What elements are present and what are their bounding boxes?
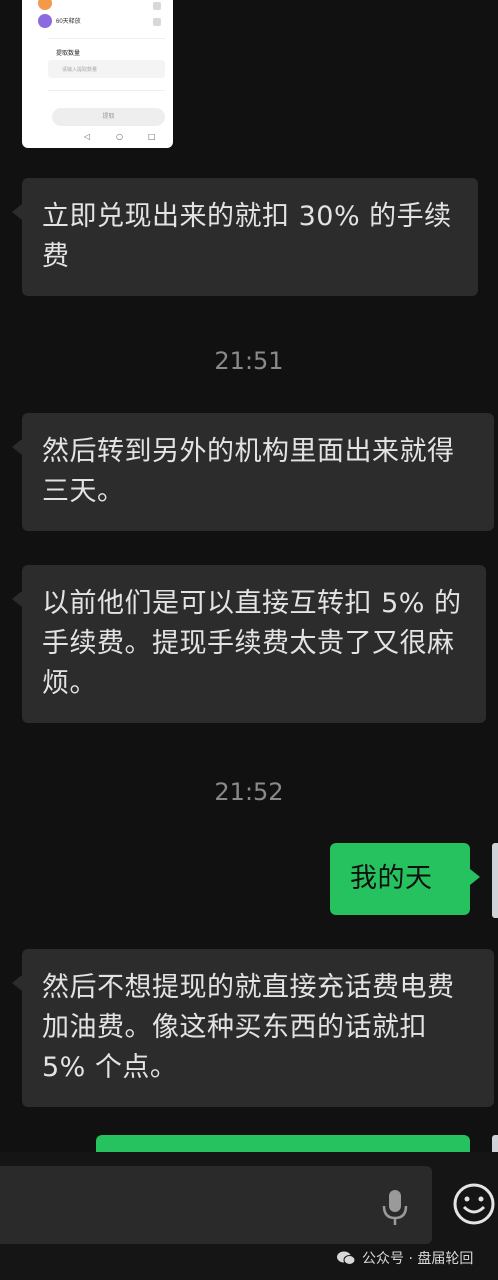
withdraw-button: 提取 <box>52 108 165 126</box>
checkbox-icon <box>153 2 161 10</box>
checkbox-icon <box>153 18 161 26</box>
incoming-message-bubble[interactable]: 以前他们是可以直接互转扣 5% 的手续费。提现手续费太贵了又很麻烦。 <box>12 565 486 723</box>
recents-nav-icon: □ <box>148 132 156 141</box>
watermark-text: 公众号 · 盘届轮回 <box>362 1251 474 1267</box>
wechat-icon <box>337 1251 356 1265</box>
avatar[interactable] <box>492 843 498 918</box>
screenshot-row-title: 60天释放 <box>56 19 81 25</box>
amount-input: 请输入提取数量 <box>48 60 165 78</box>
timestamp: 21:51 <box>214 347 284 375</box>
microphone-icon[interactable] <box>380 1188 410 1228</box>
home-nav-icon: ○ <box>116 132 123 141</box>
shared-screenshot-thumbnail[interactable]: 60天释放 提取数量 请输入提取数量 提取 ◁ ○ □ <box>22 0 173 148</box>
incoming-message-bubble[interactable]: 然后不想提现的就直接充话费电费加油费。像这种买东西的话就扣 5% 个点。 <box>12 949 494 1107</box>
timestamp: 21:52 <box>214 778 284 806</box>
emoji-smile-icon[interactable] <box>452 1182 496 1226</box>
divider <box>48 90 165 91</box>
incoming-message-bubble[interactable]: 然后转到另外的机构里面出来就得三天。 <box>12 413 494 531</box>
back-nav-icon: ◁ <box>84 132 91 141</box>
screenshot-list-row: 60天释放 <box>22 10 173 32</box>
message-input[interactable] <box>0 1166 432 1244</box>
amount-placeholder: 请输入提取数量 <box>62 67 98 73</box>
app-icon <box>38 0 52 10</box>
amount-label: 提取数量 <box>56 51 81 57</box>
divider <box>48 38 165 39</box>
watermark: 公众号 · 盘届轮回 <box>336 1248 473 1268</box>
app-icon <box>38 14 52 28</box>
incoming-message-bubble[interactable]: 立即兑现出来的就扣 30% 的手续费 <box>12 178 478 296</box>
outgoing-message-bubble[interactable]: 我的天 <box>330 843 480 915</box>
